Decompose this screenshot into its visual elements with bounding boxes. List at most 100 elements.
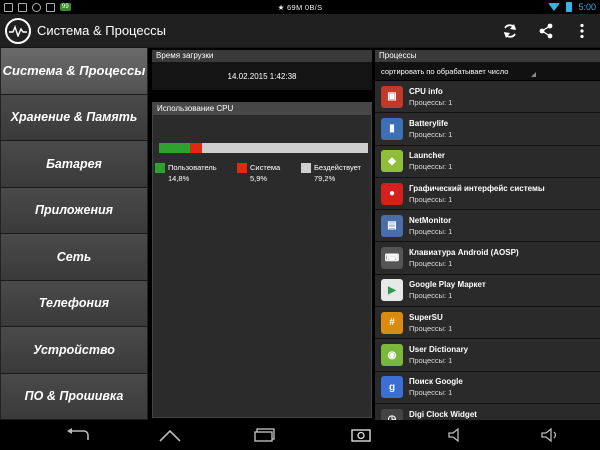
screenshot-button[interactable] (340, 420, 382, 450)
process-list: ▣ CPU info Процессы: 1 ▮ Batterylife Процессы… (375, 81, 600, 420)
system-overview-panel: Время загрузки 14.02.2015 1:42:38 Исполь… (152, 50, 372, 418)
process-name: CPU info (409, 86, 443, 96)
system-nav-bar (0, 420, 600, 450)
process-count: Процессы: 1 (409, 129, 453, 139)
process-text: Графический интерфейс системы Процессы: 1 (409, 184, 545, 204)
legend-user-label: Пользователь (168, 163, 217, 172)
process-text: Digi Clock WidgetПроцессы: 1 (409, 410, 477, 420)
clock-icon: ◷ (381, 408, 403, 420)
battery-icon: ▮ (381, 117, 403, 140)
sidebar-item-device[interactable]: Устройство (0, 327, 148, 374)
sort-dropdown[interactable]: сортировать по обрабатывает число (375, 62, 600, 80)
list-item[interactable]: ◆ Launcher Процессы: 1 (375, 145, 600, 178)
list-item[interactable]: ⌨ Клавиатура Android (AOSP) Процессы: 1 (375, 242, 600, 275)
legend-system-value: 5,9% (250, 174, 268, 184)
volume-down-button[interactable] (436, 420, 476, 450)
process-text: Поиск Google Процессы: 1 (409, 377, 463, 397)
process-count: Процессы: 1 (409, 162, 453, 172)
process-count: Процессы: 1 (409, 356, 453, 366)
cpu-info-icon: ▣ (381, 85, 403, 108)
sidebar-item-applications[interactable]: Приложения (0, 187, 148, 234)
back-icon (67, 428, 89, 440)
home-icon (159, 429, 181, 442)
home-button[interactable] (150, 420, 190, 450)
process-count: Процессы: 1 (409, 259, 453, 269)
sidebar-item-label: Сеть (56, 249, 92, 264)
android-icon: ◉ (381, 344, 403, 367)
volume-up-button[interactable] (530, 420, 570, 450)
share-button[interactable] (528, 14, 564, 48)
keyboard-icon: ⌨ (381, 247, 403, 270)
sidebar-item-label: Хранение & Память (10, 110, 138, 125)
page-title: Система & Процессы (37, 23, 166, 38)
cpu-usage-bar (159, 143, 368, 153)
legend-system: Система 5,9% (237, 163, 280, 183)
google-search-icon: g (381, 376, 403, 399)
dropdown-corner-icon (531, 72, 536, 77)
process-count: Процессы: 1 (409, 388, 453, 398)
recents-button[interactable] (245, 420, 285, 450)
app-logo-icon[interactable] (5, 17, 31, 44)
list-item[interactable]: ▤ NetMonitor Процессы: 1 (375, 210, 600, 243)
process-text: User Dictionary Процессы: 1 (409, 345, 468, 365)
cpu-usage-panel: Использование CPU Пользователь 14,8% Сис… (152, 102, 372, 418)
sidebar-item-system[interactable]: Система & Процессы (0, 48, 148, 95)
sidebar-item-label: Система & Процессы (2, 63, 146, 79)
process-text: Клавиатура Android (AOSP) Процессы: 1 (409, 248, 519, 268)
sidebar-item-telephony[interactable]: Телефония (0, 280, 148, 327)
sidebar: Система & Процессы Хранение & Память Бат… (0, 48, 148, 420)
battery-status-icon (566, 2, 573, 12)
cpu-segment-1 (189, 143, 203, 153)
process-text: SuperSU Процессы: 1 (409, 313, 452, 333)
list-item[interactable]: ◷ Digi Clock WidgetПроцессы: 1 (375, 403, 600, 420)
sort-dropdown-label: сортировать по обрабатывает число (381, 66, 509, 76)
share-icon (539, 23, 553, 39)
process-name: Digi Clock Widget (409, 409, 477, 419)
boot-time-value: 14.02.2015 1:42:38 (152, 62, 372, 90)
list-item[interactable]: ● Графический интерфейс системы Процессы: … (375, 177, 600, 211)
legend-system-swatch (237, 163, 247, 174)
sidebar-item-storage[interactable]: Хранение & Память (0, 94, 148, 141)
process-count: Процессы: 1 (409, 323, 453, 333)
process-panel: Процессы сортировать по обрабатывает чис… (375, 50, 600, 420)
sidebar-item-firmware[interactable]: ПО & Прошивка (0, 373, 148, 420)
legend-user: Пользователь 14,8% (155, 163, 217, 183)
process-text: Batterylife Процессы: 1 (409, 119, 452, 139)
process-name: Графический интерфейс системы (409, 183, 545, 193)
sidebar-item-label: Устройство (33, 342, 115, 357)
list-item[interactable]: # SuperSU Процессы: 1 (375, 307, 600, 340)
boot-time-header: Время загрузки (152, 50, 372, 62)
process-name: Batterylife (409, 118, 449, 128)
network-speed: ★ 69M 0B/S (277, 2, 323, 12)
recents-icon (254, 428, 275, 442)
legend-idle: Бездействует 79,2% (301, 163, 361, 183)
wifi-icon (548, 3, 561, 11)
overflow-menu-icon (580, 23, 584, 39)
overflow-menu-button[interactable] (564, 14, 600, 48)
clock: 5:00 (578, 2, 596, 12)
process-text: NetMonitor Процессы: 1 (409, 216, 452, 236)
list-item[interactable]: ◉ User Dictionary Процессы: 1 (375, 339, 600, 372)
process-header: Процессы (375, 50, 600, 62)
launcher-icon: ◆ (381, 150, 403, 173)
sidebar-item-label: Телефония (38, 296, 110, 311)
process-name: Клавиатура Android (AOSP) (409, 248, 519, 258)
sidebar-item-label: Батарея (46, 156, 102, 171)
sidebar-item-network[interactable]: Сеть (0, 234, 148, 281)
list-item[interactable]: ▣ CPU info Процессы: 1 (375, 81, 600, 114)
legend-system-label: Система (250, 163, 281, 172)
legend-user-value: 14,8% (168, 174, 190, 184)
back-button[interactable] (58, 420, 98, 450)
process-name: Google Play Маркет (409, 280, 486, 290)
list-item[interactable]: ▶ Google Play Маркет Процессы: 1 (375, 274, 600, 308)
sidebar-item-label: ПО & Прошивка (24, 389, 124, 404)
legend-idle-swatch (301, 163, 311, 174)
list-item[interactable]: ▮ Batterylife Процессы: 1 (375, 113, 600, 146)
cpu-segment-2 (202, 143, 368, 153)
cpu-usage-header: Использование CPU (153, 103, 371, 115)
refresh-button[interactable] (492, 14, 528, 48)
list-item[interactable]: g Поиск Google Процессы: 1 (375, 371, 600, 404)
process-count: Процессы: 1 (409, 97, 453, 107)
netmonitor-icon: ▤ (381, 214, 403, 237)
sidebar-item-battery[interactable]: Батарея (0, 141, 148, 188)
